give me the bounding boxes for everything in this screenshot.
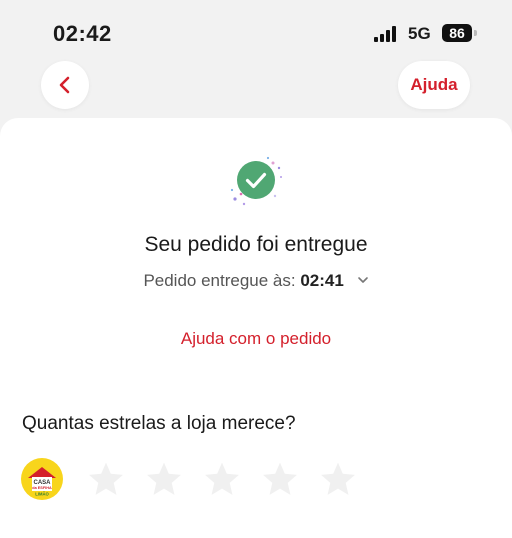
battery-tip (474, 30, 477, 36)
status-time: 02:42 (53, 21, 112, 46)
delivery-time-row[interactable]: Pedido entregue às: 02:41 (0, 271, 512, 291)
star-icon[interactable] (258, 458, 302, 502)
check-circle-icon (230, 156, 282, 206)
star-icon[interactable] (142, 458, 186, 502)
help-button[interactable]: Ajuda (398, 61, 470, 109)
delivery-label: Pedido entregue às: (143, 271, 296, 290)
svg-text:LIMÃO: LIMÃO (35, 492, 49, 497)
store-logo: CASA da ESFIHA LIMÃO (21, 458, 63, 500)
status-bar: 02:42 5G 86 (0, 0, 512, 66)
delivery-time: 02:41 (300, 271, 344, 290)
chevron-down-icon (357, 277, 368, 283)
order-status-title: Seu pedido foi entregue (144, 233, 368, 256)
order-help-link[interactable]: Ajuda com o pedido (0, 329, 512, 349)
star-icon[interactable] (200, 458, 244, 502)
back-button[interactable] (41, 61, 89, 109)
signal-icon (374, 26, 400, 42)
rating-question: Quantas estrelas a loja merece? (22, 413, 296, 434)
star-icon[interactable] (84, 458, 128, 502)
svg-text:da ESFIHA: da ESFIHA (32, 486, 52, 490)
star-icon[interactable] (316, 458, 360, 502)
network-type: 5G (408, 24, 431, 43)
chevron-left-icon (59, 76, 70, 94)
battery-icon: 86 (442, 24, 472, 42)
